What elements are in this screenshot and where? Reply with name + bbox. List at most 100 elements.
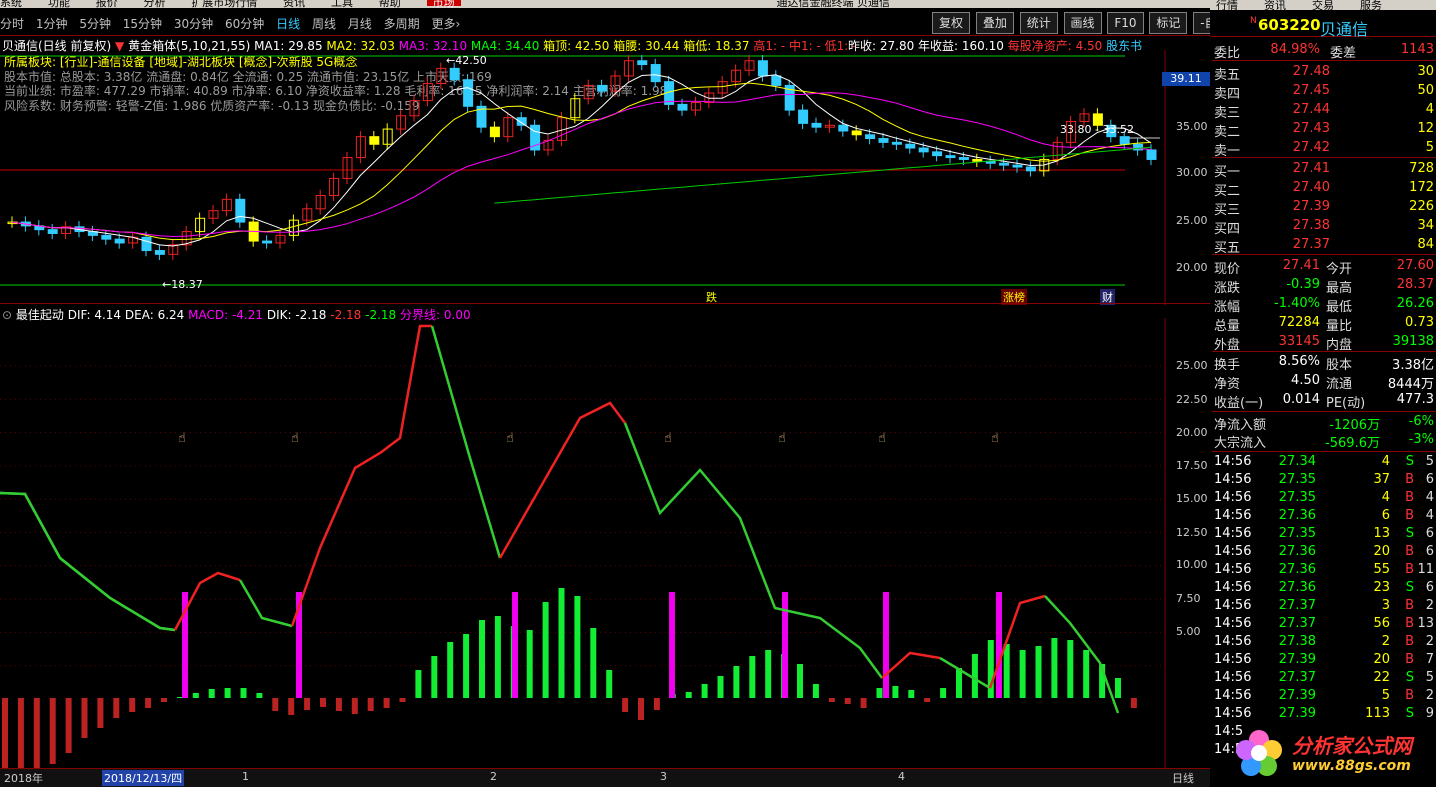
tick-time: 14:56	[1214, 544, 1252, 559]
overlay-button[interactable]: 叠加	[975, 12, 1014, 34]
macd-bar	[908, 690, 915, 698]
stat-value: 477.3	[1396, 392, 1434, 407]
tab-period[interactable]: 30分钟	[174, 14, 213, 34]
menu-item-market[interactable]: 市场	[426, 0, 461, 8]
tick-side: B	[1405, 508, 1414, 523]
window-title: 通达信金融终端 贝通信	[776, 0, 890, 8]
tick-side: S	[1405, 526, 1414, 541]
menu-item[interactable]: 报价	[96, 0, 118, 8]
bid-level-label: 买二	[1214, 184, 1241, 199]
tick-volume: 22	[1373, 670, 1390, 685]
tab-period[interactable]: 15分钟	[123, 14, 162, 34]
price-axis-label: 20.00	[1176, 261, 1208, 274]
tab-more[interactable]: 更多›	[431, 14, 460, 34]
tab-period-selected[interactable]: 日线	[276, 14, 300, 34]
stat-label: 收益(一)	[1214, 396, 1264, 411]
menu-item[interactable]: 资讯	[283, 0, 305, 8]
flower-logo-icon	[1236, 730, 1282, 776]
indicator-chart[interactable]	[0, 318, 1210, 768]
candle-body	[999, 162, 1010, 166]
tab-period[interactable]: 分时	[0, 14, 24, 34]
stat-value: 27.41	[1282, 258, 1320, 273]
macd-bar	[860, 698, 867, 708]
time-axis-period[interactable]: 日线	[1172, 770, 1194, 786]
menu-item[interactable]: 分析	[143, 0, 165, 8]
stat-label: 流通	[1326, 377, 1353, 392]
tick-side: B	[1405, 544, 1414, 559]
tab-period[interactable]: 5分钟	[79, 14, 111, 34]
bid-price: 27.41	[1292, 161, 1330, 176]
indicator-line-segment	[430, 325, 502, 559]
quote-row: 换手 8.56% 股本 3.38亿	[1212, 354, 1436, 373]
divider	[1212, 351, 1436, 352]
tab-period[interactable]: 60分钟	[225, 14, 264, 34]
macd-bar	[717, 676, 724, 698]
stat-label: 最高	[1326, 281, 1353, 296]
bid-volume: 172	[1409, 180, 1434, 195]
box-low-label: ←18.37	[162, 278, 203, 291]
tab-period[interactable]: 周线	[312, 14, 336, 34]
quote-stats-2: 换手 8.56% 股本 3.38亿 净资 4.50 流通 8444万 收益(一) 0.014 PE(…	[1212, 353, 1436, 413]
candlestick-chart[interactable]	[0, 50, 1210, 305]
tick-count: 5	[1425, 454, 1434, 469]
menu-item[interactable]: 系统	[0, 0, 22, 8]
stat-value: 0.73	[1405, 315, 1434, 330]
signal-bar	[782, 592, 788, 698]
tick-time: 14:56	[1214, 508, 1252, 523]
quote-row: 14:56 27.36 6 B 4	[1212, 508, 1436, 526]
quote-row: 净流入额 -1206万 -6%	[1212, 414, 1436, 433]
menu-item[interactable]: 工具	[331, 0, 353, 8]
macd-bar	[653, 698, 660, 710]
restore-right-button[interactable]: 复权	[932, 12, 971, 34]
box-top-arrow-icon: ←	[446, 54, 456, 67]
ask-volume: 30	[1417, 64, 1434, 79]
tick-price: 27.39	[1278, 652, 1316, 667]
statistics-button[interactable]: 统计	[1019, 12, 1058, 34]
quote-row: 14:56 27.37 3 B 2	[1212, 598, 1436, 616]
tick-time: 14:56	[1214, 580, 1252, 595]
flow-label: 大宗流入	[1214, 436, 1267, 451]
macd-bar	[2, 698, 8, 768]
macd-bar	[558, 588, 565, 698]
macd-bar	[288, 698, 295, 715]
candle-body	[1025, 166, 1036, 172]
quote-row: 14:56 27.37 56 B 13	[1212, 616, 1436, 634]
candle-body	[838, 124, 849, 132]
macd-bar	[1019, 650, 1026, 698]
f10-button[interactable]: F10	[1107, 12, 1144, 34]
macd-bar	[749, 656, 756, 698]
quote-row: 卖二 27.43 12	[1212, 121, 1436, 140]
indicator-line-segment	[290, 324, 432, 627]
pointing-hand-icon: ☝	[178, 431, 186, 446]
tick-count: 13	[1417, 616, 1434, 631]
tab-period[interactable]: 1分钟	[36, 14, 68, 34]
bid-level-label: 买三	[1214, 203, 1241, 218]
tick-volume: 13	[1373, 526, 1390, 541]
menu-item[interactable]: 扩展市场行情	[191, 0, 257, 8]
indicator-axis-label: 25.00	[1176, 359, 1208, 372]
time-axis-month: 1	[242, 770, 249, 783]
committee-ratio-label: 委比	[1214, 46, 1241, 61]
tick-count: 2	[1425, 688, 1434, 703]
stat-label: 涨跌	[1214, 281, 1241, 296]
menu-item[interactable]: 功能	[48, 0, 70, 8]
candle-body	[945, 155, 956, 159]
candle-body	[141, 236, 152, 252]
stat-label: 今开	[1326, 262, 1353, 277]
macd-bar	[272, 698, 279, 711]
tick-volume: 23	[1373, 580, 1390, 595]
tick-side: B	[1405, 472, 1414, 487]
menu-item[interactable]: 帮助	[379, 0, 401, 8]
macd-bar	[1130, 698, 1137, 708]
tick-price: 27.38	[1278, 634, 1316, 649]
tab-period[interactable]: 月线	[348, 14, 372, 34]
macd-bar	[33, 698, 40, 768]
tick-price: 27.34	[1278, 454, 1316, 469]
stat-label: 换手	[1214, 358, 1241, 373]
tab-period[interactable]: 多周期	[384, 14, 420, 34]
indicator-line-segment	[623, 422, 884, 679]
candle-body	[489, 126, 500, 138]
mark-button[interactable]: 标记	[1149, 12, 1188, 34]
draw-line-button[interactable]: 画线	[1063, 12, 1102, 34]
bid-volume: 84	[1417, 237, 1434, 252]
